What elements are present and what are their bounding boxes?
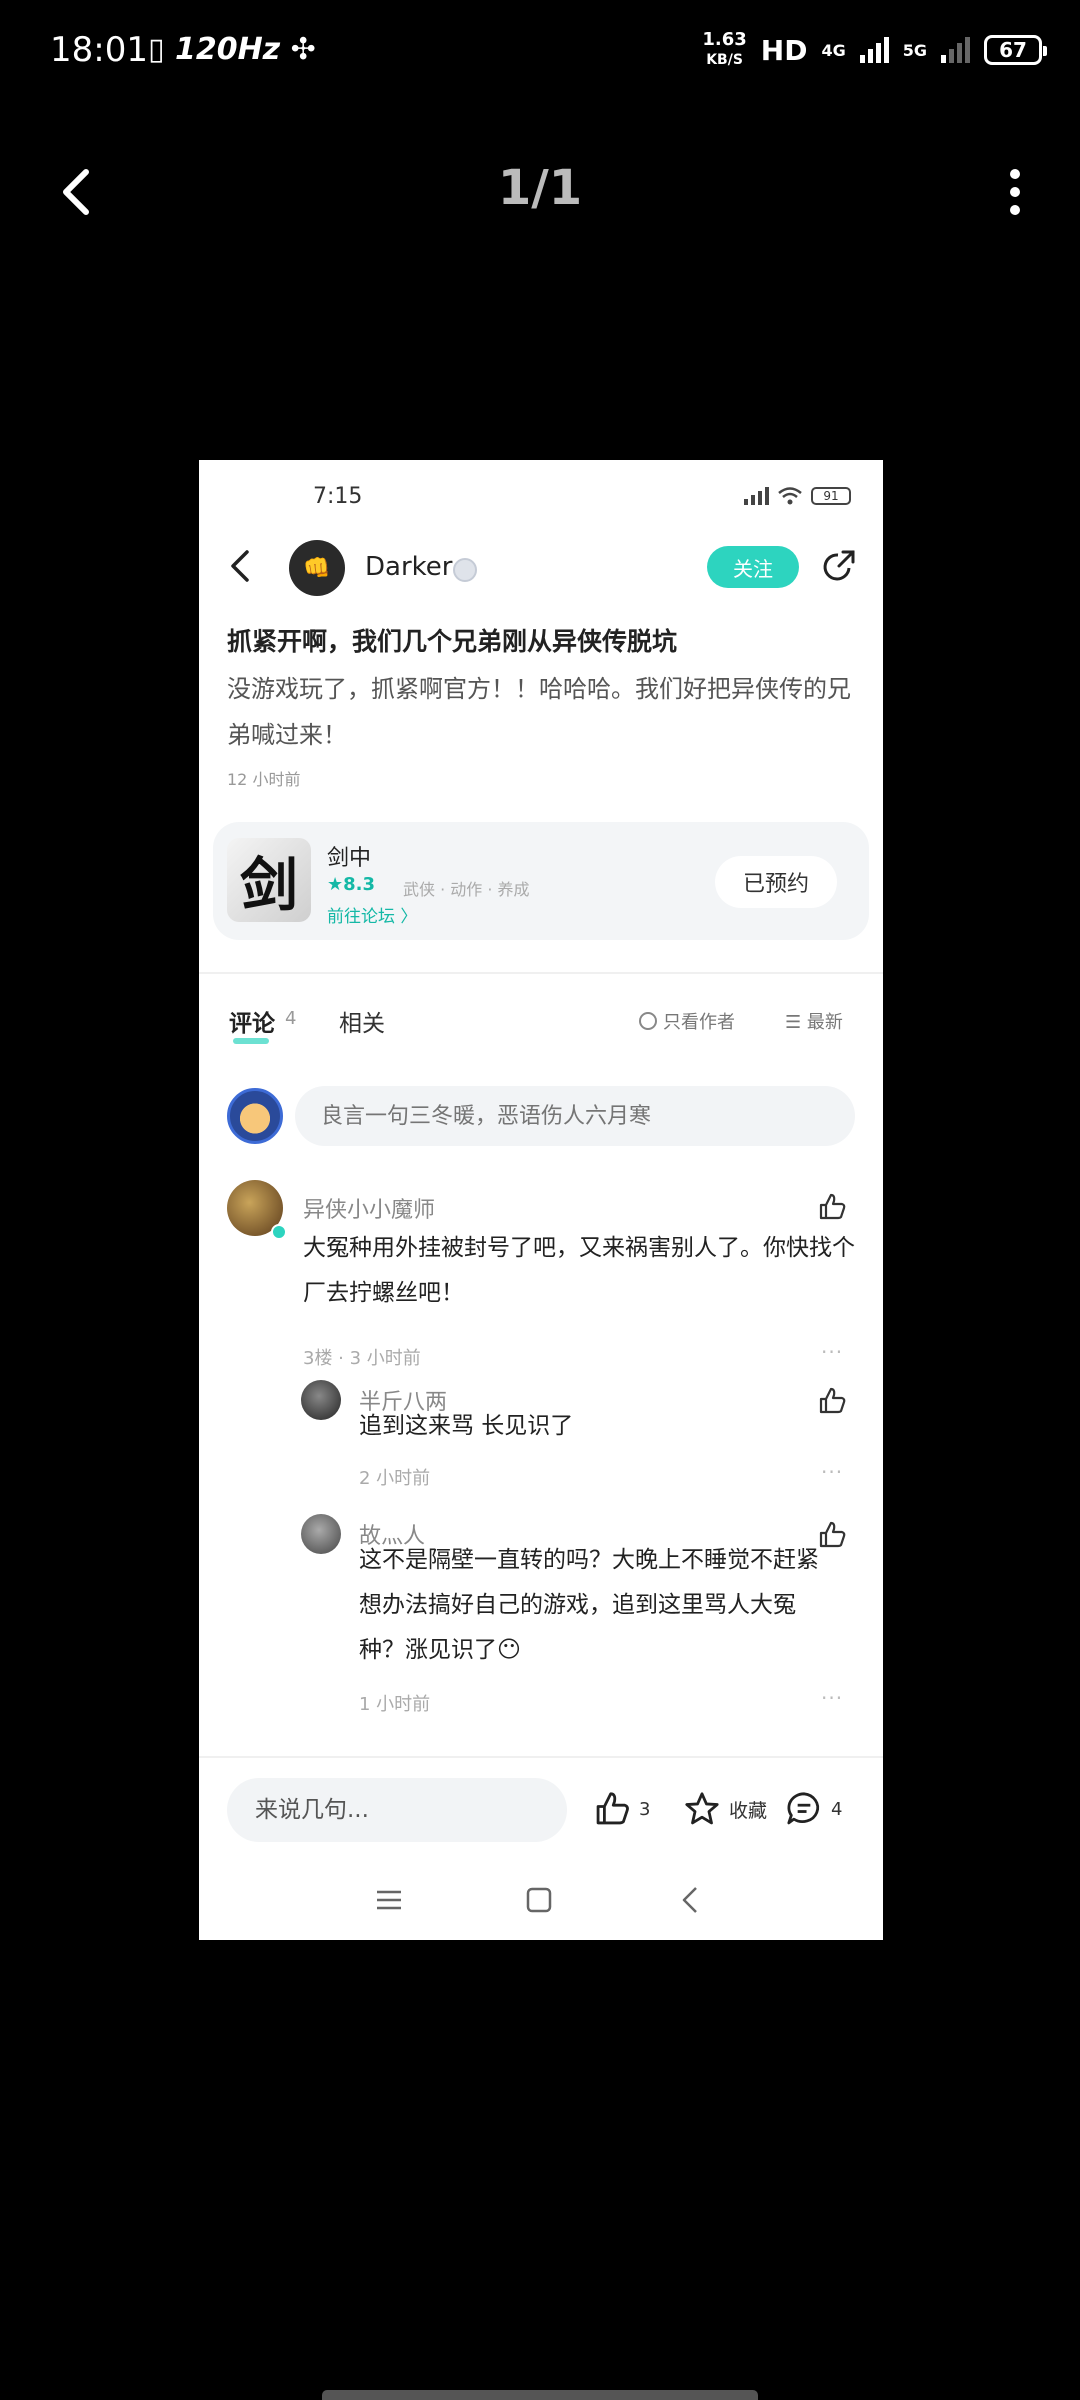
post-title: 抓紧开啊，我们几个兄弟刚从异侠传脱坑 (227, 627, 678, 656)
game-icon: 剑 (227, 838, 311, 922)
like-icon[interactable] (817, 1192, 847, 1222)
status-right-icons: 1.63 KB/S HD 4G 5G 67 (702, 29, 1047, 70)
more-dots-icon[interactable]: ··· (821, 1340, 843, 1364)
more-dots-icon[interactable]: ··· (821, 1460, 843, 1484)
tab-indicator (233, 1038, 269, 1044)
author-avatar[interactable]: 👊 (289, 540, 345, 596)
network-4g-label: 4G (821, 40, 846, 60)
wifi-icon (778, 487, 802, 505)
author-name[interactable]: Darker (365, 552, 452, 582)
bottom-action-bar: 来说几句... 3 收藏 4 (199, 1770, 883, 1850)
signal-icon (744, 487, 769, 505)
comment-item: 异侠小小魔师 大冤种用外挂被封号了吧，又来祸害别人了。你快找个厂去拧螺丝吧！ 3… (199, 1180, 883, 1380)
reply-item: 故灬人 这不是隔壁一直转的吗？大晚上不睡觉不赶紧想办法搞好自己的游戏，追到这里骂… (199, 1514, 883, 1744)
signal-5g-icon (941, 37, 970, 63)
page-counter: 1/1 (497, 160, 583, 216)
reply-meta: 1 小时前 (359, 1694, 431, 1715)
star-icon (685, 1792, 719, 1825)
game-name: 剑中 (327, 846, 372, 871)
divider (199, 972, 883, 974)
reply-input[interactable]: 来说几句... (227, 1778, 567, 1842)
home-indicator[interactable] (322, 2390, 758, 2400)
author-only-label: 只看作者 (663, 1012, 735, 1033)
chevron-left-icon (231, 550, 249, 582)
signal-4g-icon (859, 37, 889, 63)
post-header: 👊 Darker 关注 (199, 530, 883, 600)
battery-icon: 67 (984, 35, 1047, 65)
game-tags: 武侠 · 动作 · 养成 (403, 880, 530, 899)
more-options-button[interactable] (1000, 162, 1030, 222)
verified-badge-icon (271, 1224, 287, 1240)
comment-input[interactable] (295, 1086, 855, 1146)
menu-icon (377, 1890, 401, 1910)
status-bar: 18:01 ▯ 120Hz ✣ 1.63 KB/S HD 4G 5G 67 (0, 0, 1080, 110)
image-status-icons: 91 (744, 486, 851, 506)
radio-icon (639, 1012, 657, 1030)
comment-input-row (199, 1082, 883, 1148)
comment-text: 大冤种用外挂被封号了吧，又来祸害别人了。你快找个厂去拧螺丝吧！ (303, 1235, 855, 1306)
reply-item: 半斤八两 追到这来骂 长见识了 2 小时前 ··· (199, 1380, 883, 1510)
back-triangle-icon (682, 1887, 697, 1913)
comment-meta: 3楼 · 3 小时前 (303, 1348, 421, 1369)
comment-tabs: 评论 4 相关 只看作者 ☰ 最新 (199, 990, 883, 1050)
image-nav-bar (199, 1870, 883, 1930)
more-dots-icon[interactable]: ··· (821, 1686, 843, 1710)
share-button[interactable] (819, 548, 857, 586)
tab-comments[interactable]: 评论 (229, 1004, 275, 1038)
comments-count: 4 (285, 1008, 297, 1029)
like-button[interactable]: 3 (593, 1790, 650, 1828)
image-status-time: 7:15 (313, 484, 363, 509)
author-only-toggle[interactable]: 只看作者 (639, 1008, 735, 1034)
comment-bubble-icon (787, 1792, 820, 1825)
tab-related[interactable]: 相关 (339, 1004, 385, 1038)
share-icon (823, 550, 855, 581)
reply-text: 追到这来骂 长见识了 (359, 1413, 574, 1439)
favorite-label: 收藏 (729, 1799, 768, 1822)
sort-button[interactable]: ☰ 最新 (785, 1008, 843, 1034)
reply-text: 这不是隔壁一直转的吗？大晚上不睡觉不赶紧想办法搞好自己的游戏，追到这里骂人大冤种… (359, 1547, 819, 1663)
reply-meta: 2 小时前 (359, 1468, 431, 1489)
favorite-button[interactable]: 收藏 (683, 1790, 767, 1828)
comment-count: 4 (831, 1798, 843, 1820)
viewed-image[interactable]: 7:15 91 👊 Darker 关注 抓紧开啊，我们几个兄弟刚从异侠传脱坑 没… (199, 460, 883, 1940)
replier-avatar[interactable] (301, 1514, 341, 1554)
follow-button[interactable]: 关注 (707, 546, 799, 588)
post-body: 没游戏玩了，抓紧啊官方！！哈哈哈。我们好把异侠传的兄弟喊过来！ (227, 675, 851, 749)
status-time: 18:01 (50, 30, 148, 70)
hd-icon: HD (760, 33, 808, 67)
post-time: 12 小时前 (227, 770, 301, 789)
image-status-bar: 7:15 91 (199, 460, 883, 510)
post-back-button[interactable] (227, 548, 257, 584)
divider (199, 1756, 883, 1758)
my-avatar (227, 1088, 283, 1144)
verified-badge-icon (453, 558, 477, 582)
home-square-icon (526, 1887, 552, 1913)
more-vertical-icon (1010, 169, 1020, 215)
image-battery-icon: 91 (811, 487, 851, 505)
image-viewer-bar: 1/1 (0, 140, 1080, 240)
network-5g-label: 5G (902, 40, 927, 60)
commenter-name[interactable]: 异侠小小魔师 (303, 1192, 435, 1224)
game-card[interactable]: 剑 剑中 ★8.3 武侠 · 动作 · 养成 前往论坛 〉 已预约 (213, 822, 869, 940)
status-left-icons: ▯ 120Hz ✣ (148, 32, 316, 67)
like-icon[interactable] (817, 1386, 847, 1416)
go-to-forum-link[interactable]: 前往论坛 〉 (327, 902, 417, 927)
network-speed: 1.63 KB/S (702, 29, 747, 69)
comment-button[interactable]: 4 (785, 1790, 842, 1828)
thumbs-up-icon (596, 1792, 629, 1825)
replier-avatar[interactable] (301, 1380, 341, 1420)
like-count: 3 (639, 1798, 651, 1820)
game-rating: ★8.3 (327, 874, 376, 895)
reserved-button[interactable]: 已预约 (715, 856, 837, 908)
